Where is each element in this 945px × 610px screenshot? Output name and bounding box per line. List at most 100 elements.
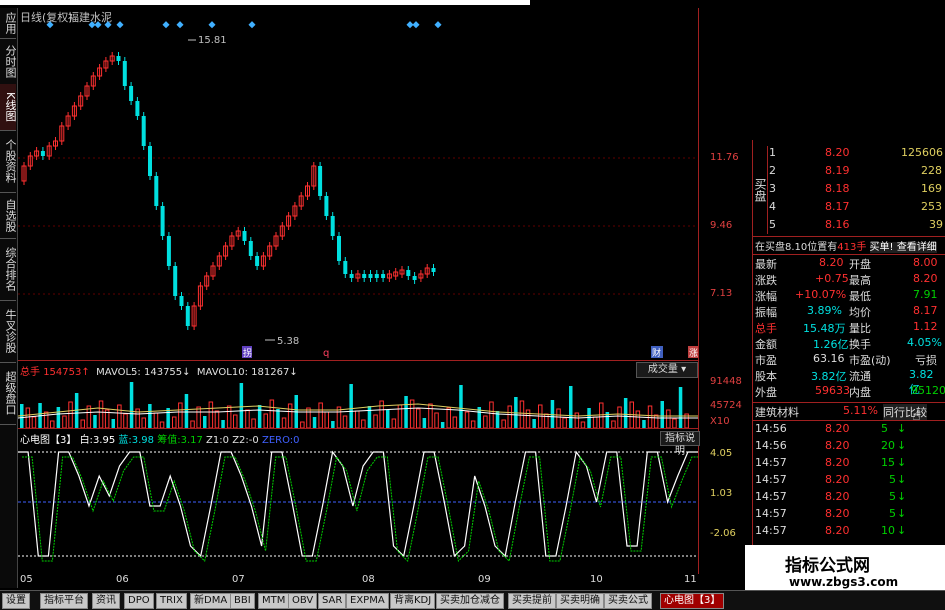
notice-detail-link[interactable]: 买单! 查看详细 bbox=[869, 242, 937, 253]
marker-cai[interactable]: 财 bbox=[652, 347, 661, 359]
candle-body bbox=[324, 196, 329, 216]
order-row-4[interactable]: 4 8.17 253 bbox=[769, 200, 945, 216]
volume-bar bbox=[196, 406, 201, 428]
candle-body bbox=[173, 266, 178, 296]
volume-bar bbox=[276, 409, 280, 428]
indicator-title: 心电图【3】 bbox=[20, 435, 77, 446]
candle-body bbox=[362, 274, 367, 278]
tab-trix[interactable]: TRIX bbox=[156, 593, 187, 609]
z1-value: 0 bbox=[222, 435, 230, 446]
tab-settings[interactable]: 设置 bbox=[2, 593, 30, 609]
candle-body bbox=[160, 206, 165, 236]
quote-label: 涨跌 bbox=[755, 274, 777, 287]
z2-label: Z2: bbox=[232, 435, 249, 446]
volume-tick-1: 91448 bbox=[710, 376, 742, 387]
volume-bar bbox=[251, 418, 256, 428]
volume-bar bbox=[117, 404, 122, 428]
order-volume: 125606 bbox=[901, 146, 943, 159]
quote-row-5: 总手 15.48万 量比 1.12 bbox=[753, 320, 943, 336]
chevron-down-icon: ▾ bbox=[677, 364, 687, 375]
tab-new-dma[interactable]: 新DMA bbox=[190, 593, 232, 609]
order-price: 8.18 bbox=[825, 182, 850, 195]
sidebar-tab-watchlist[interactable]: 自选股 bbox=[0, 192, 17, 239]
volume-bar bbox=[404, 396, 408, 428]
tab-bbi[interactable]: BBI bbox=[230, 593, 255, 609]
candlestick-chart[interactable]: 15.81 5.38 拐 q 财 涨 bbox=[18, 8, 698, 360]
volume-bar bbox=[208, 401, 214, 428]
tab-dpo[interactable]: DPO bbox=[124, 593, 154, 609]
order-row-5[interactable]: 5 8.16 39 bbox=[769, 218, 945, 234]
volume-bar bbox=[617, 406, 622, 428]
indicator-chart[interactable] bbox=[18, 446, 698, 574]
volume-bar bbox=[569, 386, 573, 428]
volume-bar bbox=[562, 417, 567, 428]
tab-formula[interactable]: 买卖公式 bbox=[604, 593, 652, 609]
tab-sar[interactable]: SAR bbox=[318, 593, 347, 609]
quote-label: 流通 bbox=[849, 370, 871, 383]
sidebar-tab-kline[interactable]: K线图 bbox=[0, 84, 17, 131]
big-order-notice[interactable]: 在买盘8.10位置有413手 买单! 查看详细 bbox=[755, 238, 945, 254]
quote-label: 开盘 bbox=[849, 258, 871, 271]
date-axis: 05 06 07 08 09 10 11 bbox=[18, 574, 698, 588]
sector-change: 5.11% bbox=[843, 404, 878, 417]
order-row-1[interactable]: 1 8.20 125606 bbox=[769, 146, 945, 162]
marker-zhang[interactable]: 涨 bbox=[689, 348, 698, 359]
sidebar-tab-super-board[interactable]: 超级盘口 bbox=[0, 362, 17, 425]
quote-value: +0.75 bbox=[815, 272, 849, 285]
volume-bar bbox=[184, 394, 189, 428]
volume-bars[interactable] bbox=[18, 376, 698, 428]
marker-left[interactable]: 拐 bbox=[243, 347, 252, 359]
tab-indicator-platform[interactable]: 指标平台 bbox=[40, 593, 88, 609]
tab-divergence-kdj[interactable]: 背离KDJ bbox=[390, 593, 436, 609]
quote-row-4: 振幅 3.89% 均价 8.17 bbox=[753, 304, 943, 320]
quote-table: 最新 8.20 开盘 8.00 涨跌 +0.75 最高 8.20 涨幅 +10.07% 最低 7.… bbox=[753, 256, 945, 402]
sidebar-tab-timeshare[interactable]: 分时图 bbox=[0, 38, 17, 85]
high-annotation: 15.81 bbox=[198, 35, 227, 46]
mavol5-line bbox=[18, 403, 698, 417]
sidebar-tab-diagnosis[interactable]: 牛叉诊股 bbox=[0, 300, 17, 363]
signal-diamonds bbox=[46, 21, 442, 29]
order-level: 5 bbox=[769, 218, 776, 231]
volume-bar bbox=[367, 406, 372, 428]
quote-label: 均价 bbox=[849, 306, 871, 319]
order-row-3[interactable]: 3 8.18 169 bbox=[769, 182, 945, 198]
sidebar-tab-app[interactable]: 应用 bbox=[0, 8, 17, 39]
volume-bar bbox=[203, 416, 207, 428]
indicator-divider bbox=[18, 428, 698, 429]
zero-value: 0 bbox=[293, 435, 300, 446]
volume-bar bbox=[647, 405, 653, 428]
quote-label: 涨幅 bbox=[755, 290, 777, 303]
tab-obv[interactable]: OBV bbox=[288, 593, 318, 609]
order-level: 4 bbox=[769, 200, 776, 213]
volume-bar bbox=[214, 410, 220, 428]
sidebar-tab-ranking[interactable]: 综合排名 bbox=[0, 238, 17, 301]
tab-expma[interactable]: EXPMA bbox=[346, 593, 389, 609]
order-row-2[interactable]: 2 8.19 228 bbox=[769, 164, 945, 180]
volume-bar bbox=[93, 415, 97, 428]
notice-left: 在买盘8.10位置有 bbox=[755, 242, 838, 253]
candle-body bbox=[412, 276, 417, 280]
candles bbox=[21, 52, 436, 330]
tab-clear[interactable]: 买卖明确 bbox=[556, 593, 604, 609]
candle-body bbox=[122, 61, 127, 86]
volume-bar bbox=[123, 413, 128, 428]
tab-mtm[interactable]: MTM bbox=[258, 593, 290, 609]
volume-bar bbox=[312, 417, 317, 428]
quote-value: 1.12 bbox=[913, 320, 938, 333]
candle-body bbox=[148, 146, 152, 176]
right-axis: 11.76 9.46 7.13 91448 45724 X10 4.05 1.0… bbox=[700, 8, 750, 588]
indicator-help-button[interactable]: 指标说明 bbox=[660, 431, 700, 457]
volume-bar bbox=[373, 414, 378, 428]
tab-early[interactable]: 买卖提前 bbox=[508, 593, 556, 609]
candle-body bbox=[185, 306, 190, 326]
volume-bar bbox=[416, 408, 421, 428]
marker-q[interactable]: q bbox=[323, 348, 329, 359]
tab-ecg-3[interactable]: 心电图【3】 bbox=[660, 593, 725, 609]
sidebar-tab-stock-info[interactable]: 个股资料 bbox=[0, 130, 17, 193]
tab-add-reduce[interactable]: 买卖加仓减仓 bbox=[436, 593, 504, 609]
tab-news[interactable]: 资讯 bbox=[92, 593, 120, 609]
candle-body bbox=[154, 176, 159, 206]
quote-value: 7.91 bbox=[913, 288, 938, 301]
mouse-cursor-icon: ☝ bbox=[912, 408, 921, 424]
volume-bar bbox=[550, 400, 555, 428]
